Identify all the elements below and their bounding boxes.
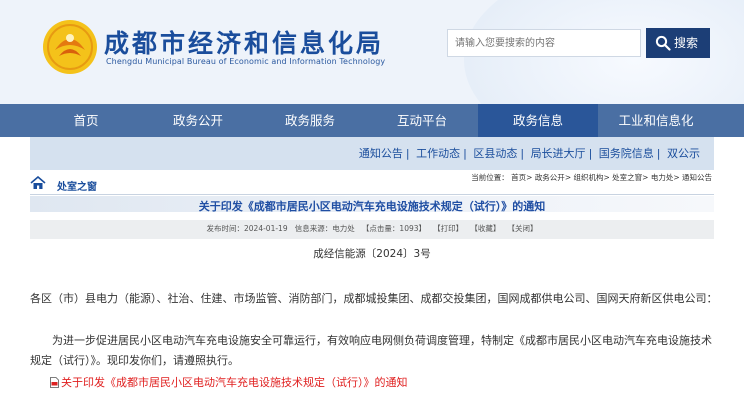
search-input[interactable] xyxy=(447,29,641,57)
favorite-link[interactable]: 【收藏】 xyxy=(470,224,500,233)
subnav-link-director-hall[interactable]: 局长进大厅 xyxy=(531,147,586,160)
breadcrumb: 当前位置： 首页> 政务公开> 组织机构> 处室之窗> 电力处> 通知公告 xyxy=(471,173,712,182)
subnav-separator: | xyxy=(656,147,661,160)
nav-item-home[interactable]: 首页 xyxy=(30,104,142,137)
search-button-label: 搜索 xyxy=(674,36,699,50)
main-nav: 首页 政务公开 政务服务 互动平台 政务信息 工业和信息化 xyxy=(0,104,744,137)
article-title: 关于印发《成都市居民小区电动汽车充电设施技术规定（试行）》的通知 xyxy=(198,200,546,213)
close-link[interactable]: 【关闭】 xyxy=(507,224,537,233)
breadcrumb-power-division[interactable]: 电力处 xyxy=(651,173,674,182)
nav-item-interaction[interactable]: 互动平台 xyxy=(366,104,478,137)
section-name: 处室之窗 xyxy=(57,182,97,193)
subnav-link-double-publicity[interactable]: 双公示 xyxy=(667,147,700,160)
view-count: 【点击量：1093】 xyxy=(361,224,427,233)
subnav-separator: | xyxy=(405,147,410,160)
subnav-link-work-news[interactable]: 工作动态 xyxy=(416,147,460,160)
breadcrumb-section-window[interactable]: 处室之窗 xyxy=(612,173,642,182)
article-meta: 发布时间：2024-01-19 信息来源：电力处 【点击量：1093】 【打印】… xyxy=(0,223,744,234)
subnav-link-state-council-info[interactable]: 国务院信息 xyxy=(599,147,654,160)
home-icon xyxy=(30,176,46,189)
sub-nav: 通知公告 | 工作动态 | 区县动态 | 局长进大厅 | 国务院信息 | 双公示 xyxy=(30,137,714,170)
site-subtitle: Chengdu Municipal Bureau of Economic and… xyxy=(106,57,386,66)
breadcrumb-prefix: 当前位置： xyxy=(471,173,509,182)
breadcrumb-gov-affairs-public[interactable]: 政务公开 xyxy=(535,173,565,182)
nav-item-gov-services[interactable]: 政务服务 xyxy=(254,104,366,137)
subnav-link-notices[interactable]: 通知公告 xyxy=(359,147,403,160)
document-number: 成经信能源〔2024〕3号 xyxy=(313,248,431,260)
search-icon xyxy=(655,35,671,51)
print-link[interactable]: 【打印】 xyxy=(433,224,463,233)
subnav-link-district-news[interactable]: 区县动态 xyxy=(473,147,517,160)
site-header: 成都市经济和信息化局 Chengdu Municipal Bureau of E… xyxy=(0,0,744,104)
subnav-separator: | xyxy=(520,147,525,160)
attachment-label: 关于印发《成都市居民小区电动汽车充电设施技术规定（试行）》的通知 xyxy=(61,376,408,389)
search-button[interactable]: 搜索 xyxy=(646,28,710,58)
publish-date: 发布时间：2024-01-19 xyxy=(206,224,288,233)
article-paragraph: 为进一步促进居民小区电动汽车充电设施安全可靠运行，有效响应电网侧负荷调度管理，特… xyxy=(30,334,712,367)
nav-item-gov-info[interactable]: 政务信息 xyxy=(478,104,598,137)
subnav-separator: | xyxy=(588,147,593,160)
location-bar: 处室之窗 当前位置： 首页> 政务公开> 组织机构> 处室之窗> 电力处> 通知… xyxy=(30,173,714,195)
nav-item-industry-it[interactable]: 工业和信息化 xyxy=(598,104,714,137)
site-title: 成都市经济和信息化局 xyxy=(104,29,385,58)
pdf-file-icon xyxy=(50,377,59,388)
attachment-link[interactable]: 关于印发《成都市居民小区电动汽车充电设施技术规定（试行）》的通知 xyxy=(50,374,408,390)
nav-item-gov-affairs-public[interactable]: 政务公开 xyxy=(142,104,254,137)
article-paragraph: 各区（市）县电力（能源）、社治、住建、市场监管、消防部门，成都城投集团、成都交投… xyxy=(30,292,718,305)
emblem-logo-icon[interactable] xyxy=(41,18,99,76)
breadcrumb-organization[interactable]: 组织机构 xyxy=(573,173,603,182)
breadcrumb-home[interactable]: 首页 xyxy=(511,173,526,182)
breadcrumb-notices[interactable]: 通知公告 xyxy=(682,173,712,182)
info-source: 信息来源：电力处 xyxy=(294,224,355,233)
subnav-separator: | xyxy=(463,147,467,160)
